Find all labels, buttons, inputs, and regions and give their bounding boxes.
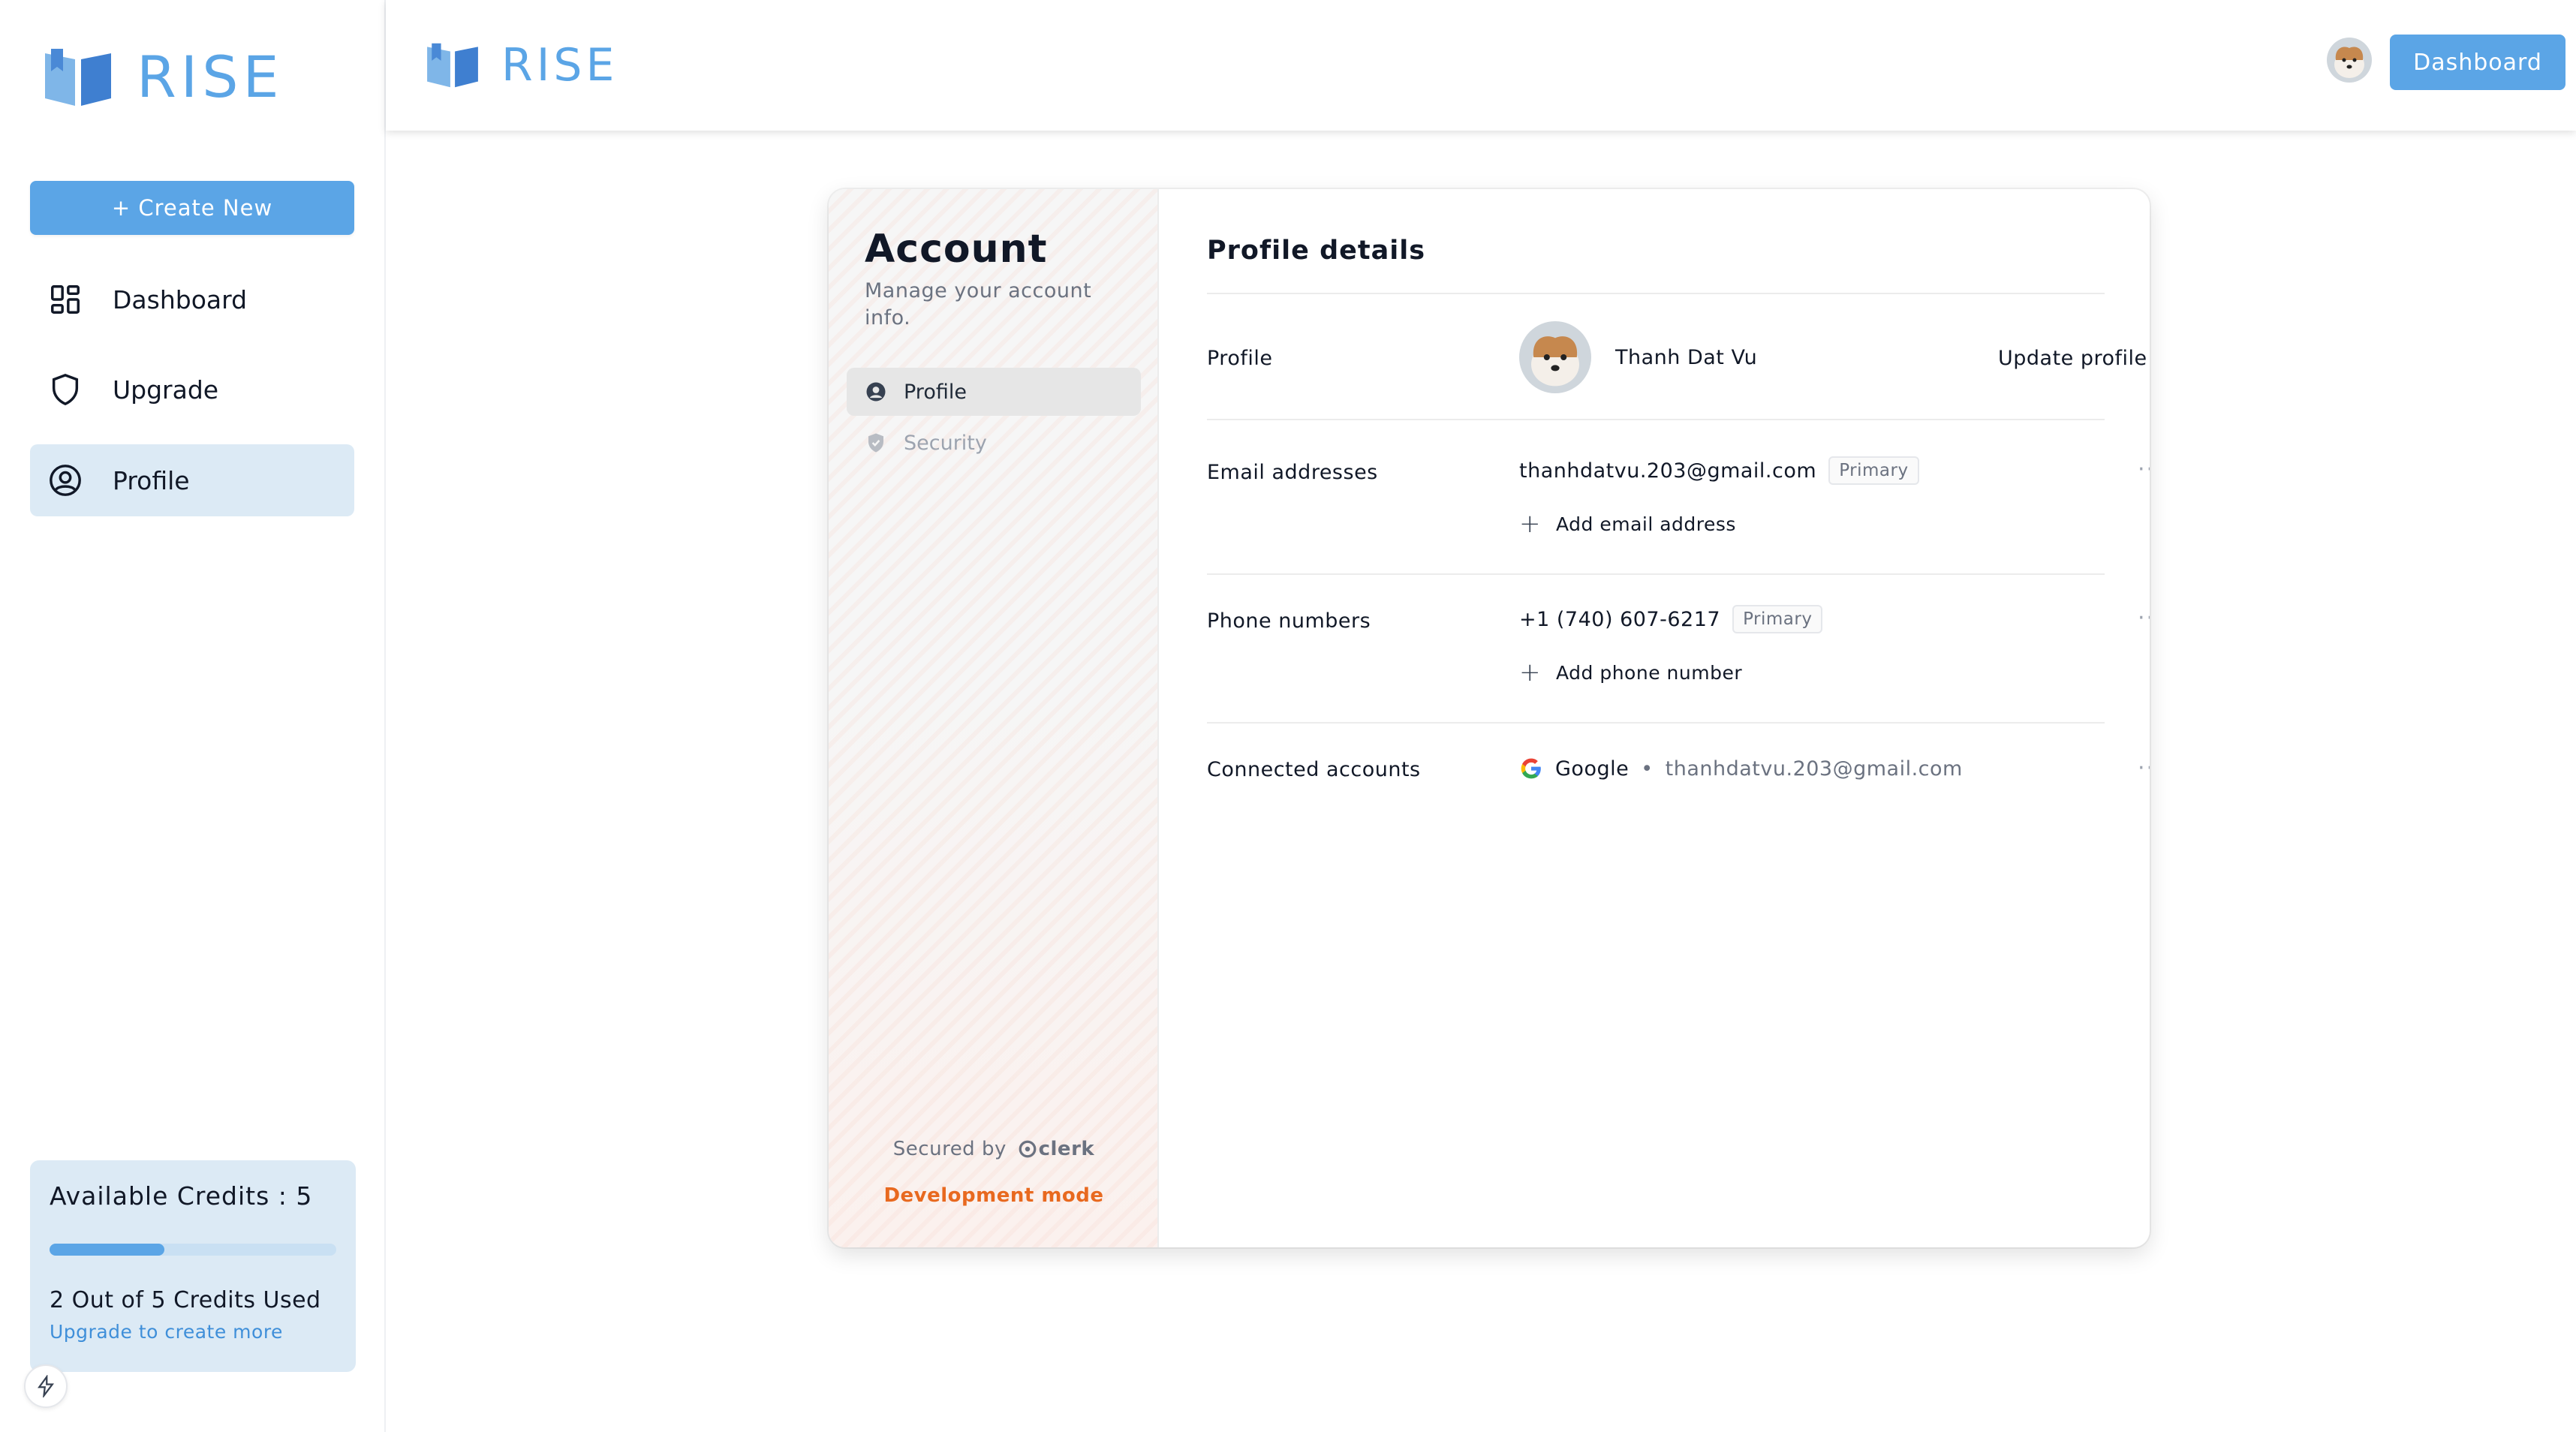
plus-icon: + (1519, 657, 1541, 687)
credits-progress-fill (50, 1244, 164, 1256)
connected-account-value: Google • thanhdatvu.203@gmail.com (1519, 757, 1963, 781)
plus-icon: + (1519, 509, 1541, 539)
dashboard-button[interactable]: Dashboard (2390, 35, 2565, 90)
profile-avatar (1519, 321, 1591, 393)
clerk-logo-icon (1019, 1140, 1036, 1158)
account-nav-security[interactable]: Security (847, 419, 1141, 467)
bolt-icon (38, 1375, 54, 1397)
sidebar-item-dashboard[interactable]: Dashboard (30, 263, 354, 335)
sidebar-item-label: Profile (113, 465, 190, 495)
credits-panel: Available Credits : 5 2 Out of 5 Credits… (30, 1160, 356, 1372)
app-root: RISE + Create New Dashboard Upgrade Prof… (0, 0, 2576, 1432)
shield-icon (52, 373, 79, 406)
phone-number: +1 (740) 607-6217 (1519, 607, 1721, 631)
top-bar: RISE Dashboard (386, 0, 2576, 131)
profile-details-title: Profile details (1207, 236, 1426, 266)
sidebar: RISE + Create New Dashboard Upgrade Prof… (0, 0, 386, 1432)
account-nav-panel: Account Manage your account info. Profil… (829, 189, 1159, 1247)
profile-row-label: Profile (1207, 347, 1273, 370)
profile-name: Thanh Dat Vu (1615, 345, 1758, 369)
connected-more-button[interactable]: ··· (2138, 755, 2150, 781)
secured-by-clerk[interactable]: Secured by clerk (829, 1138, 1159, 1160)
user-avatar[interactable] (2327, 38, 2372, 83)
secured-by-text: Secured by (892, 1138, 1007, 1160)
upgrade-link[interactable]: Upgrade to create more (50, 1321, 336, 1343)
sidebar-item-label: Upgrade (113, 375, 219, 405)
separator-dot: • (1641, 757, 1654, 781)
update-profile-button[interactable]: Update profile (1998, 347, 2147, 370)
book-logo-icon (427, 43, 478, 88)
profile-identity: Thanh Dat Vu (1519, 321, 1757, 393)
development-mode-text: Development mode (883, 1184, 1104, 1207)
credits-used-text: 2 Out of 5 Credits Used (50, 1287, 321, 1313)
credits-title: Available Credits : 5 (50, 1181, 313, 1211)
brand-name: RISE (137, 44, 284, 110)
phone-more-button[interactable]: ··· (2138, 605, 2150, 631)
add-phone-button[interactable]: + Add phone number (1519, 657, 1742, 687)
sidebar-brand[interactable]: RISE (42, 44, 283, 110)
connected-provider: Google (1555, 757, 1630, 781)
phone-row-label: Phone numbers (1207, 609, 1371, 633)
account-nav-label: Security (904, 431, 987, 455)
user-circle-icon (50, 465, 81, 496)
book-logo-icon (45, 48, 111, 106)
grid-icon (51, 285, 80, 314)
divider (1207, 293, 2105, 294)
email-value: thanhdatvu.203@gmail.com Primary (1519, 456, 1919, 485)
user-circle-icon (866, 382, 886, 402)
divider (1207, 419, 2105, 420)
account-nav-profile[interactable]: Profile (847, 368, 1141, 416)
connected-row-label: Connected accounts (1207, 758, 1421, 781)
clerk-text: clerk (1038, 1138, 1095, 1160)
add-phone-label: Add phone number (1556, 661, 1743, 684)
email-more-button[interactable]: ··· (2138, 456, 2150, 483)
account-title: Account (865, 227, 1048, 272)
create-new-button[interactable]: + Create New (30, 181, 354, 235)
connected-email: thanhdatvu.203@gmail.com (1665, 757, 1963, 781)
email-row-label: Email addresses (1207, 461, 1378, 484)
add-email-label: Add email address (1556, 513, 1736, 535)
google-icon (1521, 758, 1541, 779)
sidebar-item-upgrade[interactable]: Upgrade (30, 353, 354, 426)
primary-badge: Primary (1828, 456, 1919, 485)
divider (1207, 573, 2105, 575)
dog-avatar-icon (2327, 38, 2372, 83)
shield-check-icon (868, 433, 883, 453)
profile-details-panel: Profile details Profile Thanh Dat Vu Upd… (1159, 189, 2150, 1247)
add-email-button[interactable]: + Add email address (1519, 509, 1736, 539)
email-address: thanhdatvu.203@gmail.com (1519, 459, 1817, 483)
phone-value: +1 (740) 607-6217 Primary (1519, 605, 1823, 633)
sidebar-item-profile[interactable]: Profile (30, 444, 354, 516)
account-nav-label: Profile (904, 380, 967, 404)
account-card: Account Manage your account info. Profil… (829, 189, 2150, 1247)
brand-name: RISE (501, 39, 618, 92)
bolt-badge-button[interactable] (24, 1364, 68, 1408)
dog-avatar-icon (1519, 321, 1591, 393)
sidebar-item-label: Dashboard (113, 284, 248, 314)
credits-progress-bar (50, 1244, 336, 1256)
divider (1207, 722, 2105, 724)
primary-badge: Primary (1732, 605, 1823, 633)
account-subtitle: Manage your account info. (865, 279, 1092, 329)
topbar-brand[interactable]: RISE (425, 39, 618, 92)
